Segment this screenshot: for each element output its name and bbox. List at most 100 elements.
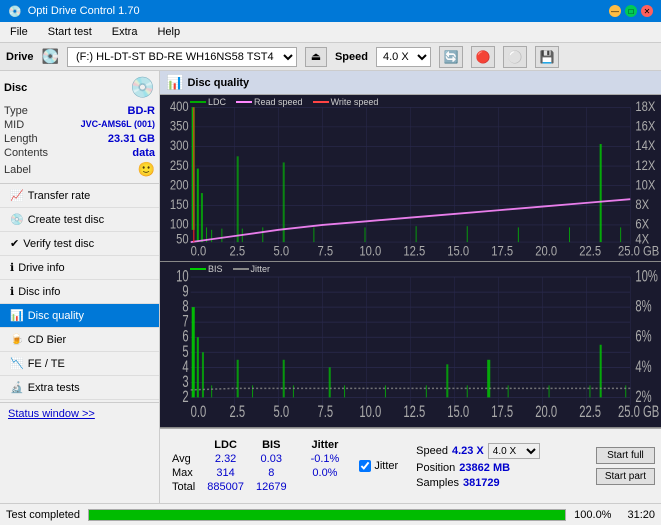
- titlebar-controls: — □ ✕: [609, 5, 653, 17]
- menu-help[interactable]: Help: [151, 24, 186, 40]
- svg-text:10X: 10X: [635, 177, 656, 192]
- max-ldc-value: 314: [201, 466, 250, 480]
- progress-bar-fill: [89, 510, 565, 520]
- svg-text:20.0: 20.0: [535, 244, 557, 259]
- burn-button[interactable]: 🔴: [471, 46, 495, 68]
- svg-text:400: 400: [170, 99, 189, 114]
- total-bis-value: 12679: [250, 480, 293, 494]
- nav-extra-tests-label: Extra tests: [28, 382, 80, 394]
- total-ldc-value: 885007: [201, 480, 250, 494]
- titlebar-title: 💿 Opti Drive Control 1.70: [8, 5, 140, 18]
- disc-section-label: Disc: [4, 82, 27, 94]
- chart1-legend: LDC Read speed Write speed: [190, 97, 378, 107]
- nav-transfer-rate-label: Transfer rate: [28, 190, 91, 202]
- minimize-button[interactable]: —: [609, 5, 621, 17]
- start-part-button[interactable]: Start part: [596, 468, 655, 485]
- max-bis-value: 8: [250, 466, 293, 480]
- svg-text:17.5: 17.5: [491, 244, 513, 259]
- read-speed-label: Read speed: [254, 97, 303, 107]
- bis-color: [190, 268, 206, 270]
- disc-mid-row: MID JVC-AMS6L (001): [4, 118, 155, 132]
- nav-cd-bier-label: CD Bier: [28, 334, 67, 346]
- col-ldc-header: LDC: [201, 438, 250, 452]
- nav-transfer-rate[interactable]: 📈 Transfer rate: [0, 184, 159, 208]
- legend-ldc: LDC: [190, 97, 226, 107]
- nav-verify-test-disc[interactable]: ✔ Verify test disc: [0, 232, 159, 256]
- save-button[interactable]: 💾: [535, 46, 559, 68]
- disc-quality-title: Disc quality: [187, 77, 249, 89]
- status-progress-percent: 100.0%: [574, 509, 611, 521]
- disc-quality-icon: 📊: [10, 309, 24, 322]
- speed-select[interactable]: 4.0 X: [376, 47, 431, 67]
- progress-bar: [88, 509, 566, 521]
- disc-length-label: Length: [4, 133, 38, 145]
- eject-button[interactable]: ⏏: [305, 47, 327, 67]
- erase-button[interactable]: ⚪: [503, 46, 527, 68]
- svg-text:7.5: 7.5: [317, 244, 333, 259]
- write-speed-color: [313, 101, 329, 103]
- svg-text:2: 2: [182, 386, 188, 405]
- drive-select[interactable]: (F:) HL-DT-ST BD-RE WH16NS58 TST4: [67, 47, 297, 67]
- start-full-button[interactable]: Start full: [596, 447, 655, 464]
- max-label: Max: [166, 466, 201, 480]
- menu-extra[interactable]: Extra: [106, 24, 144, 40]
- svg-text:150: 150: [170, 197, 189, 212]
- status-text: Test completed: [6, 509, 80, 521]
- disc-mid-label: MID: [4, 119, 24, 131]
- titlebar: 💿 Opti Drive Control 1.70 — □ ✕: [0, 0, 661, 22]
- jitter-checkbox-row[interactable]: Jitter: [359, 460, 398, 472]
- svg-text:5.0: 5.0: [273, 244, 289, 259]
- jitter-checkbox[interactable]: [359, 460, 371, 472]
- chart1-svg: 400 350 300 250 200 150 100 50 18X 16X 1…: [160, 95, 661, 261]
- svg-text:22.5: 22.5: [579, 244, 601, 259]
- speed-info-label: Speed: [416, 445, 448, 457]
- status-window-label[interactable]: Status window >>: [8, 408, 95, 420]
- svg-text:15.0: 15.0: [447, 401, 469, 420]
- menubar: File Start test Extra Help: [0, 22, 661, 43]
- sidebar: Disc 💿 Type BD-R MID JVC-AMS6L (001) Len…: [0, 71, 160, 503]
- extra-tests-icon: 🔬: [10, 381, 24, 394]
- svg-text:10.0: 10.0: [359, 401, 381, 420]
- chart2-legend: BIS Jitter: [190, 264, 270, 274]
- drive-label: Drive: [6, 51, 34, 63]
- drivebar: Drive 💽 (F:) HL-DT-ST BD-RE WH16NS58 TST…: [0, 43, 661, 71]
- svg-text:6%: 6%: [635, 326, 652, 345]
- app-icon: 💿: [8, 5, 22, 18]
- nav-fe-te[interactable]: 📉 FE / TE: [0, 352, 159, 376]
- maximize-button[interactable]: □: [625, 5, 637, 17]
- avg-bis-value: 0.03: [250, 452, 293, 466]
- stats-area: LDC BIS Jitter Avg 2.32 0.03 -0.1% Max 3…: [160, 428, 661, 503]
- nav-create-test-disc-label: Create test disc: [28, 214, 104, 226]
- nav-drive-info[interactable]: ℹ Drive info: [0, 256, 159, 280]
- position-value: 23862 MB: [459, 462, 510, 474]
- close-button[interactable]: ✕: [641, 5, 653, 17]
- sidebar-nav: 📈 Transfer rate 💿 Create test disc ✔ Ver…: [0, 184, 159, 400]
- menu-start-test[interactable]: Start test: [42, 24, 98, 40]
- svg-text:22.5: 22.5: [579, 401, 601, 420]
- nav-cd-bier[interactable]: 🍺 CD Bier: [0, 328, 159, 352]
- nav-disc-quality[interactable]: 📊 Disc quality: [0, 304, 159, 328]
- drive-icon: 💽: [42, 48, 59, 65]
- svg-text:5.0: 5.0: [273, 401, 289, 420]
- nav-create-test-disc[interactable]: 💿 Create test disc: [0, 208, 159, 232]
- chart1-area: LDC Read speed Write speed: [160, 95, 661, 262]
- disc-mid-value: JVC-AMS6L (001): [81, 119, 155, 131]
- disc-info-table: Type BD-R MID JVC-AMS6L (001) Length 23.…: [4, 104, 155, 179]
- refresh-button[interactable]: 🔄: [439, 46, 463, 68]
- samples-row: Samples 381729: [416, 477, 540, 489]
- svg-text:16X: 16X: [635, 119, 656, 134]
- speed-position-section: Speed 4.23 X 4.0 X Position 23862 MB Sam…: [416, 443, 540, 489]
- disc-quality-header-icon: 📊: [166, 74, 183, 91]
- status-window-link[interactable]: Status window >>: [0, 402, 159, 425]
- speed-info-select[interactable]: 4.0 X: [488, 443, 540, 459]
- jitter-label: Jitter: [251, 264, 271, 274]
- svg-text:100: 100: [170, 217, 189, 232]
- nav-fe-te-label: FE / TE: [28, 358, 65, 370]
- disc-header: Disc 💿: [4, 75, 155, 100]
- ldc-label: LDC: [208, 97, 226, 107]
- menu-file[interactable]: File: [4, 24, 34, 40]
- read-speed-color: [236, 101, 252, 103]
- position-row: Position 23862 MB: [416, 462, 540, 474]
- nav-disc-info[interactable]: ℹ Disc info: [0, 280, 159, 304]
- nav-extra-tests[interactable]: 🔬 Extra tests: [0, 376, 159, 400]
